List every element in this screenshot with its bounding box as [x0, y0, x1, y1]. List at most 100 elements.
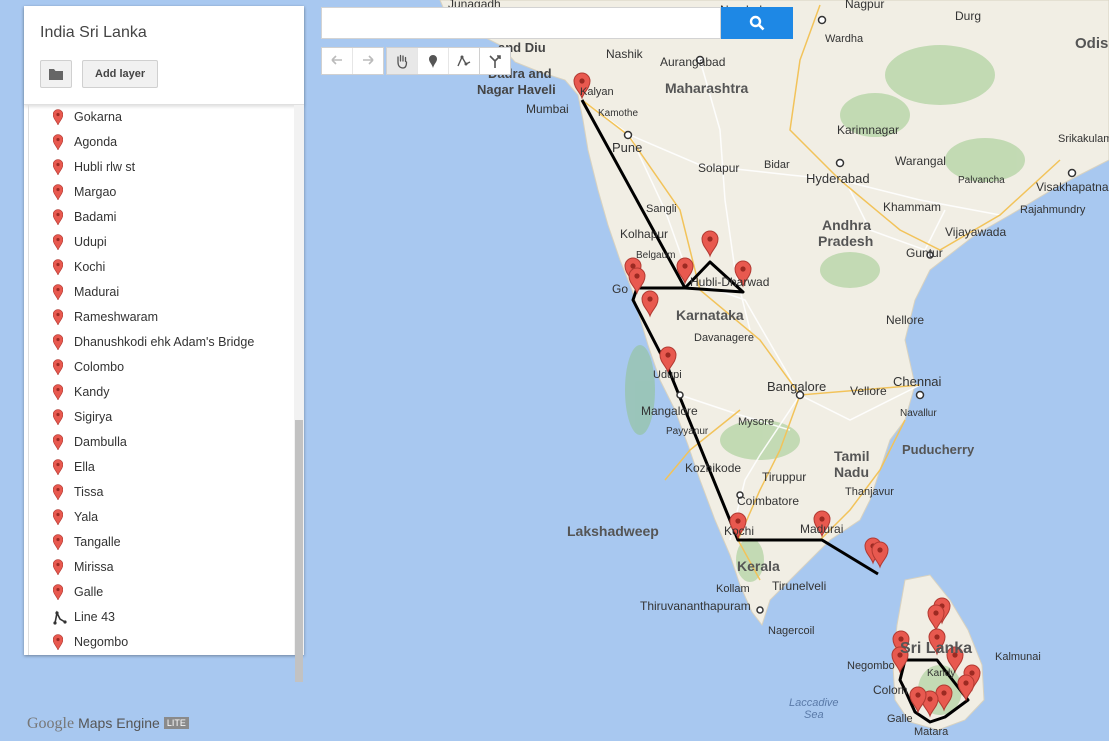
layers-panel: India Sri Lanka Add layer Gokarna Agonda… — [24, 6, 304, 682]
list-item[interactable]: Agonda — [29, 130, 295, 155]
panel-scrollbar[interactable] — [294, 105, 304, 682]
map-pin-icon — [53, 409, 63, 425]
list-item[interactable]: Hubli rlw st — [29, 155, 295, 180]
list-item-label: Tissa — [74, 485, 104, 499]
draw-line-button[interactable] — [449, 48, 479, 74]
list-item-label: Yala — [74, 510, 99, 524]
search-button[interactable] — [721, 7, 793, 39]
map-pin-icon — [53, 184, 63, 200]
list-item[interactable]: Kandy — [29, 380, 295, 405]
list-item[interactable]: Badami — [29, 205, 295, 230]
map-label-vijayawada: Vijayawada — [945, 225, 1006, 239]
map-label-lakshadweep: Lakshadweep — [567, 523, 659, 539]
map-label-tirunelveli: Tirunelveli — [772, 579, 826, 593]
list-item[interactable]: Rameshwaram — [29, 305, 295, 330]
list-item[interactable]: Dhanushkodi ehk Adam's Bridge — [29, 330, 295, 355]
map-label-puducherry: Puducherry — [902, 442, 975, 457]
list-item[interactable]: Negombo — [29, 630, 295, 655]
map-label-karnataka: Karnataka — [676, 307, 744, 323]
search-icon — [749, 15, 765, 31]
map-label-thiruvananthapuram: Thiruvananthapuram — [640, 599, 751, 613]
map-label-chennai: Chennai — [893, 374, 942, 389]
map-pin-icon — [53, 509, 63, 525]
list-item[interactable]: Gokarna — [29, 105, 295, 130]
list-item[interactable]: Tissa — [29, 480, 295, 505]
directions-toolbar — [479, 47, 511, 75]
list-item[interactable]: Madurai — [29, 280, 295, 305]
layer-items-list: Gokarna Agonda Hubli rlw st Margao Badam… — [28, 105, 295, 655]
redo-button[interactable] — [353, 48, 383, 74]
add-marker-button[interactable] — [418, 48, 449, 74]
map-pin-icon — [53, 159, 63, 175]
map-label-warangal: Warangal — [895, 154, 946, 168]
map-label-nagar-haveli: Nagar Haveli — [477, 82, 556, 97]
list-item[interactable]: Kochi — [29, 255, 295, 280]
map-label-nashik: Nashik — [606, 47, 644, 61]
list-item-label: Agonda — [74, 135, 118, 149]
map-label-khammam: Khammam — [883, 200, 941, 214]
list-item[interactable]: Ella — [29, 455, 295, 480]
map-title[interactable]: India Sri Lanka — [40, 24, 147, 42]
map-pin-icon — [53, 484, 63, 500]
map-label-coimbatore: Coimbatore — [737, 494, 799, 508]
list-item-label: Line 43 — [74, 610, 116, 624]
map-pin-icon — [53, 284, 63, 300]
map-label-aurangabad: Aurangabad — [660, 55, 725, 69]
list-item[interactable]: Galle — [29, 580, 295, 605]
list-item-label: Mirissa — [74, 560, 114, 574]
map-pin-icon — [53, 234, 63, 250]
panel-scrollbar-thumb[interactable] — [295, 420, 303, 682]
marker-icon — [429, 55, 437, 68]
search-input[interactable] — [321, 7, 721, 39]
line-icon — [53, 610, 67, 625]
map-label-pradesh: Pradesh — [818, 233, 873, 249]
map-pin-icon — [53, 584, 63, 600]
map-label-odisha: Odis — [1075, 35, 1108, 52]
list-item-label: Kandy — [74, 385, 110, 399]
drawing-toolbar — [386, 47, 480, 75]
map-label-srikakulam: Srikakulam — [1058, 133, 1109, 145]
list-item[interactable]: Dambulla — [29, 430, 295, 455]
list-item[interactable]: Sigirya — [29, 405, 295, 430]
list-item-label: Colombo — [74, 360, 125, 374]
map-label-kandy: Kandy — [927, 668, 955, 679]
map-pin-icon — [53, 209, 63, 225]
map-label-laccadive: Laccadive — [789, 697, 839, 709]
list-item-label: Dhanushkodi ehk Adam's Bridge — [74, 335, 255, 349]
add-layer-button[interactable]: Add layer — [82, 60, 159, 88]
map-label-vellore: Vellore — [850, 384, 887, 398]
list-item[interactable]: Margao — [29, 180, 295, 205]
map-label-kollam: Kollam — [716, 583, 750, 595]
open-map-button[interactable] — [40, 60, 72, 88]
map-label-colombo: Colom — [873, 683, 908, 697]
map-label-pune: Pune — [612, 140, 642, 155]
map-label-rajahmundry: Rajahmundry — [1020, 204, 1086, 216]
map-pin-icon — [53, 134, 63, 150]
map-label-galle: Galle — [887, 713, 913, 725]
list-item[interactable]: Colombo — [29, 355, 295, 380]
map-label-madurai: Madurai — [800, 522, 843, 536]
map-label-belgaum: Belgaum — [636, 250, 675, 261]
list-item[interactable]: Line 43 — [29, 605, 295, 630]
map-label-kamothe: Kamothe — [598, 108, 638, 119]
undo-icon — [331, 55, 342, 65]
map-label-sangli: Sangli — [646, 203, 677, 215]
list-item[interactable]: Udupi — [29, 230, 295, 255]
map-label-kolhapur: Kolhapur — [620, 227, 668, 241]
undo-button[interactable] — [322, 48, 353, 74]
list-item-label: Sigirya — [74, 410, 113, 424]
directions-button[interactable] — [480, 48, 510, 74]
pan-tool-button[interactable] — [387, 48, 418, 74]
product-name: Maps Engine — [78, 715, 160, 731]
list-item-label: Galle — [74, 585, 104, 599]
map-label-durg: Durg — [955, 9, 981, 23]
list-item[interactable]: Tangalle — [29, 530, 295, 555]
list-item[interactable]: Yala — [29, 505, 295, 530]
map-label-udupi: Udupi — [653, 369, 682, 381]
map-pin-icon — [53, 359, 63, 375]
map-pin-icon — [53, 459, 63, 475]
map-label-visakhapatnam: Visakhapatnam — [1036, 180, 1109, 194]
map-label-thanjavur: Thanjavur — [845, 486, 894, 498]
list-item[interactable]: Mirissa — [29, 555, 295, 580]
map-label-matara: Matara — [914, 726, 949, 738]
